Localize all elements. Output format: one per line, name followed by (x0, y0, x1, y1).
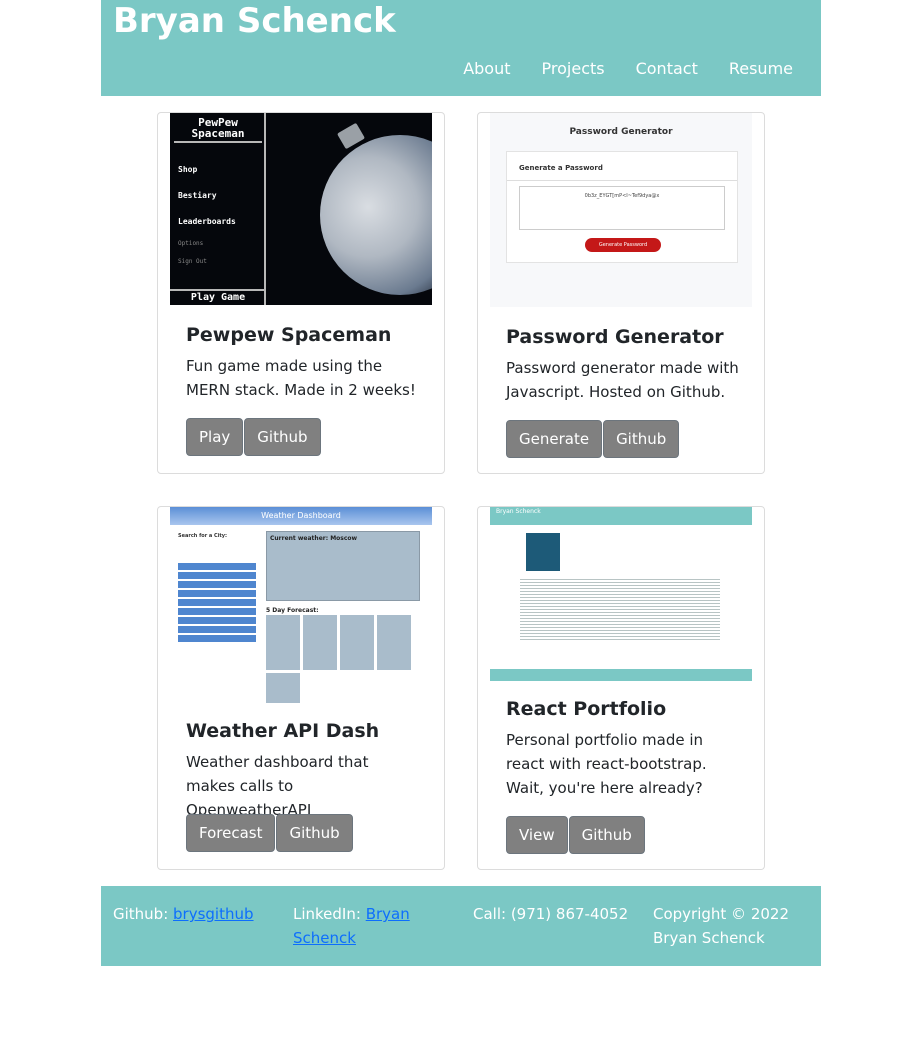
pw-output: 0b3z_EYGT[mP<I~Tef9dya@x (519, 186, 725, 230)
rp-photo (526, 533, 560, 571)
pw-heading: Password Generator (569, 127, 673, 137)
card-title: Weather API Dash (186, 720, 380, 742)
pw-panel: Generate a Password 0b3z_EYGT[mP<I~Tef9d… (506, 151, 738, 263)
github-button[interactable]: Github (244, 418, 321, 456)
project-screenshot: Weather Dashboard Search for a City: Cur… (170, 507, 432, 703)
game-menu-item: Sign Out (178, 258, 207, 265)
game-menu-item: Bestiary (178, 191, 217, 200)
nav-about[interactable]: About (463, 57, 510, 81)
card-description: Weather dashboard that makes calls to Op… (186, 753, 369, 819)
wx-forecast-label: 5 Day Forecast: (266, 607, 319, 614)
game-logo: PewPew Spaceman (174, 117, 262, 143)
game-menu-item: Shop (178, 165, 198, 174)
wx-current-label: Current weather: Moscow (270, 535, 358, 542)
project-card-password: Password Generator Generate a Password 0… (477, 112, 765, 474)
project-screenshot: PewPew Spaceman Shop Bestiary Leaderboar… (170, 113, 432, 305)
site-header: Bryan Schenck About Projects Contact Res… (101, 0, 821, 96)
footer-copyright: Copyright © 2022 Bryan Schenck (653, 905, 790, 947)
forecast-button[interactable]: Forecast (186, 814, 276, 852)
nav-projects[interactable]: Projects (542, 57, 605, 81)
pw-generate-image-button: Generate Password (585, 238, 661, 252)
nav-resume[interactable]: Resume (729, 57, 793, 81)
card-actions: Play Github (186, 418, 321, 456)
nav-contact[interactable]: Contact (636, 57, 698, 81)
card-title: Password Generator (506, 326, 724, 348)
card-title: Pewpew Spaceman (186, 324, 392, 346)
project-screenshot: Password Generator Generate a Password 0… (490, 113, 752, 307)
github-label: Github: (113, 905, 174, 923)
project-card-portfolio: Bryan Schenck React Portfolio Personal p… (477, 506, 765, 870)
divider (507, 180, 737, 181)
card-actions: Generate Github (506, 420, 680, 458)
card-description: Password generator made with Javascript.… (506, 359, 739, 401)
view-button[interactable]: View (506, 816, 568, 854)
main-nav: About Projects Contact Resume (432, 57, 793, 81)
play-button[interactable]: Play (186, 418, 244, 456)
card-actions: View Github (506, 816, 645, 854)
rp-body-text (520, 577, 720, 641)
wx-current-panel: Current weather: Moscow (266, 531, 420, 601)
wx-title-bar: Weather Dashboard (170, 507, 432, 525)
game-menu-item: Leaderboards (178, 217, 236, 226)
wx-sidebar: Search for a City: (178, 533, 258, 642)
pw-subheading: Generate a Password (519, 164, 603, 172)
linkedin-label: LinkedIn: (293, 905, 366, 923)
game-play-label: Play Game (170, 289, 266, 305)
github-button[interactable]: Github (603, 420, 680, 458)
game-menu-item: Options (178, 240, 204, 247)
card-actions: Forecast Github (186, 814, 353, 852)
footer-linkedin: LinkedIn: Bryan Schenck (293, 902, 423, 950)
card-description: Fun game made using the MERN stack. Made… (186, 357, 416, 399)
card-title: React Portfolio (506, 698, 667, 720)
game-menu: PewPew Spaceman Shop Bestiary Leaderboar… (170, 113, 266, 305)
project-screenshot: Bryan Schenck (490, 507, 752, 681)
planet-image (320, 135, 432, 295)
footer-github: Github: brysgithub (113, 902, 283, 926)
github-button[interactable]: Github (568, 816, 645, 854)
footer-phone: Call: (971) 867-4052 (473, 905, 629, 923)
card-description: Personal portfolio made in react with re… (506, 731, 707, 797)
github-link[interactable]: brysgithub (173, 905, 254, 923)
rp-header: Bryan Schenck (490, 507, 752, 525)
github-button[interactable]: Github (276, 814, 353, 852)
project-card-weather: Weather Dashboard Search for a City: Cur… (157, 506, 445, 870)
generate-button[interactable]: Generate (506, 420, 603, 458)
rp-footer (490, 669, 752, 681)
site-footer: Github: brysgithub LinkedIn: Bryan Schen… (101, 886, 821, 966)
project-card-pewpew: PewPew Spaceman Shop Bestiary Leaderboar… (157, 112, 445, 474)
site-title: Bryan Schenck (113, 1, 396, 41)
